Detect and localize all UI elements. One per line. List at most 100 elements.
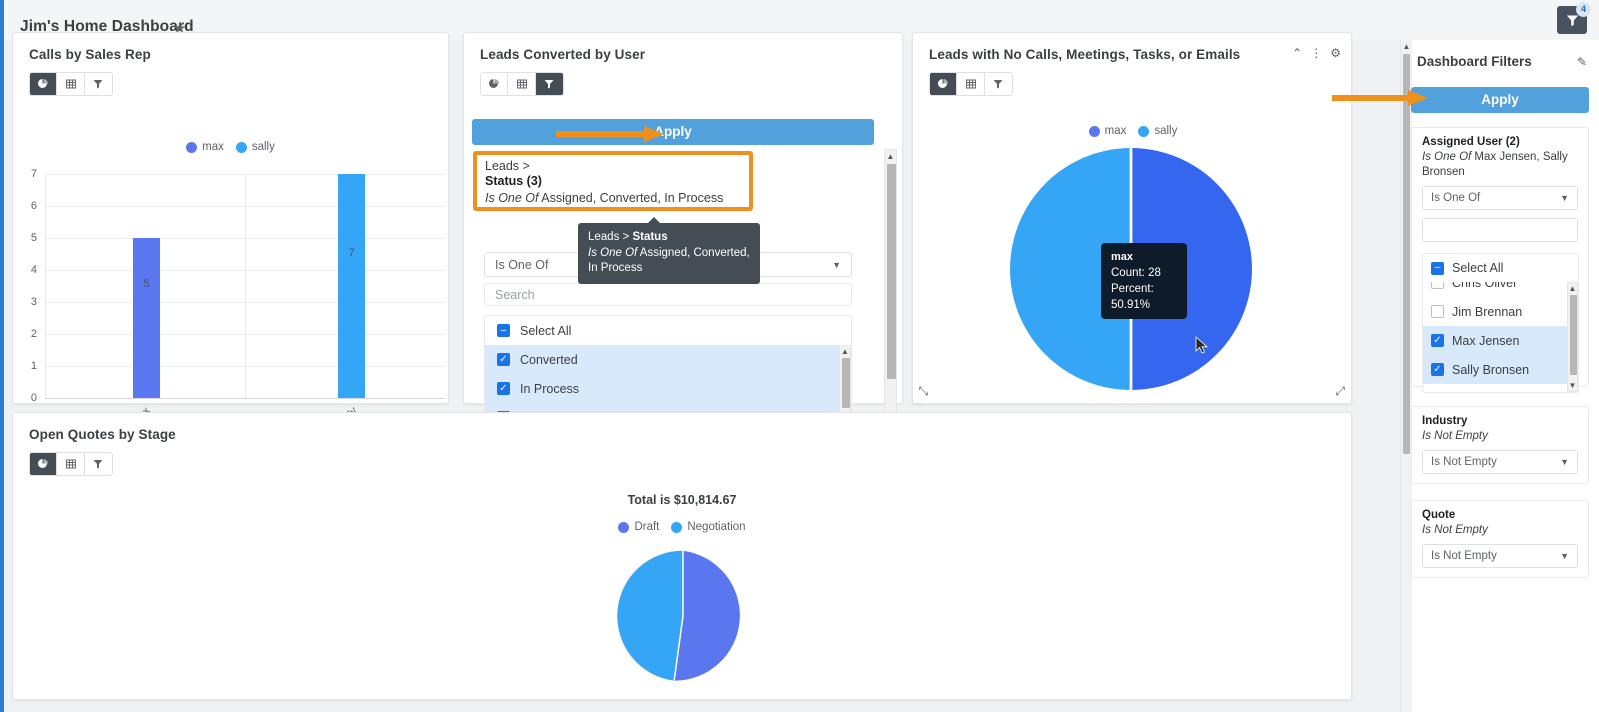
table-icon [65,79,76,89]
option-label: Jim Brennan [1452,304,1523,319]
table-view-button[interactable] [57,453,85,475]
pie-chart-icon [38,459,49,468]
funnel-icon [993,80,1003,89]
chart-view-button[interactable] [30,453,58,475]
view-toggle-group [29,72,113,96]
view-toggle-group [480,72,564,96]
scroll-up-arrow[interactable]: ▲ [885,152,896,161]
filter-operator: Is Not Empty [1422,430,1488,442]
filter-operator-select[interactable]: Is One Of ▼ [1422,186,1578,210]
list-item[interactable]: ✓ Max Jensen [1423,326,1578,355]
filter-view-button[interactable] [84,73,112,95]
pencil-icon[interactable]: ✎ [1577,55,1587,69]
legend-item-draft: Draft [618,521,659,533]
scroll-up-arrow[interactable]: ▲ [840,347,850,356]
option-label: Sally Bronsen [1452,362,1530,377]
axis-line [45,398,445,399]
chevron-down-icon: ▼ [1560,551,1569,561]
tooltip-field: Status [632,231,668,243]
filter-text-input[interactable] [1422,218,1578,242]
chart-view-button[interactable] [930,73,958,95]
legend-swatch-negotiation [671,521,683,533]
table-icon [65,459,76,469]
option-checkbox[interactable]: ✓ [497,382,510,395]
filter-operator: Is Not Empty [1422,524,1488,536]
funnel-icon [93,80,103,89]
resize-handle-left[interactable]: ⤢ [919,384,929,399]
scrollbar-thumb[interactable] [842,358,850,408]
pie-chart-quotes[interactable] [615,548,751,684]
active-filter-highlight: Leads > Status (3) Is One Of Assigned, C… [473,151,753,211]
list-item[interactable]: Chris Oliver [1423,282,1578,297]
scroll-down-arrow[interactable]: ▼ [1568,381,1577,390]
view-toggle-group [29,452,113,476]
chart-legend: Draft Negotiation [13,521,1351,533]
filter-breadcrumb: Leads > [485,159,530,173]
legend-swatch-max [1088,125,1100,137]
option-checkbox[interactable]: ✓ [497,353,510,366]
list-item[interactable]: ✓ Converted [485,345,851,374]
option-checkbox[interactable] [1431,305,1444,318]
bar-max[interactable] [133,238,160,398]
list-item[interactable]: ✓ In Process [485,374,851,403]
option-label: Max Jensen [1452,333,1520,348]
scroll-up-arrow[interactable]: ▲ [1401,42,1412,51]
filter-card-industry: Industry Is Not Empty Is Not Empty ▼ [1411,406,1589,484]
dashboard-filters-sidebar: ▲ Dashboard Filters ✎ Apply Assigned Use… [1400,40,1599,712]
chart-legend: max sally [913,125,1353,137]
scrollbar-thumb[interactable] [1570,295,1577,375]
list-item[interactable]: ✓ Sally Bronsen [1423,355,1578,384]
filter-operator-select[interactable]: Is Not Empty ▼ [1422,544,1578,568]
sidebar-title: Dashboard Filters [1417,54,1532,69]
scrollbar-thumb[interactable] [1403,54,1410,454]
y-tick-2: 2 [30,328,37,340]
filter-view-button[interactable] [984,73,1012,95]
search-input[interactable]: Search [484,283,852,306]
bar-value-max: 5 [143,278,150,290]
legend-swatch-sally [235,141,247,153]
filter-operator: Is One Of [485,191,539,205]
table-view-button[interactable] [957,73,985,95]
gear-icon[interactable]: ⚙ [1330,47,1341,59]
chart-view-button[interactable] [30,73,58,95]
option-list-scrollbar[interactable]: ▲ ▼ [1567,282,1578,392]
pie-chart-icon [938,79,949,88]
option-checkbox[interactable]: ✓ [1431,363,1444,376]
filter-card-assigned-user: Assigned User (2) Is One Of Max Jensen, … [1411,127,1589,393]
panel-scrollbar[interactable]: ▲ ▼ [884,149,897,433]
bar-sally[interactable] [338,174,365,398]
kebab-menu-icon[interactable]: ⋮ [1310,47,1322,59]
resize-handle-right[interactable]: ⤢ [1335,384,1345,399]
scroll-up-arrow[interactable]: ▲ [1568,284,1577,293]
sidebar-apply-button[interactable]: Apply [1411,87,1589,113]
option-checkbox[interactable] [1431,282,1444,289]
filter-view-button[interactable] [535,73,563,95]
list-item[interactable]: Jim Brennan [1423,297,1578,326]
chart-view-button[interactable] [481,73,509,95]
select-all-row[interactable]: – Select All [485,316,851,345]
y-tick-1: 1 [30,360,37,372]
filter-view-button[interactable] [84,453,112,475]
option-checkbox[interactable]: ✓ [1431,334,1444,347]
chevron-down-icon: ▼ [832,259,841,270]
tooltip-count: Count: 28 [1111,267,1161,279]
chevron-up-icon[interactable]: ⌃ [1292,47,1302,59]
option-label: In Process [520,381,580,396]
select-all-row[interactable]: – Select All [1423,254,1578,282]
select-all-checkbox[interactable]: – [1431,261,1444,275]
mouse-cursor [1195,336,1209,354]
scrollbar-thumb[interactable] [887,164,896,379]
chevron-down-icon: ▼ [1560,457,1569,467]
legend-swatch-sally [1138,125,1150,137]
filter-tooltip: Leads > Status Is One Of Assigned, Conve… [578,217,760,284]
legend-item-max: max [1088,125,1126,137]
pie-chart-icon [489,79,500,88]
option-label: Converted [520,352,578,367]
panel-title: Open Quotes by Stage [29,427,176,442]
apply-button[interactable]: Apply [472,119,874,145]
select-all-checkbox[interactable]: – [497,324,510,337]
orange-arrow-apply [556,126,664,142]
table-view-button[interactable] [508,73,536,95]
filter-operator-select[interactable]: Is Not Empty ▼ [1422,450,1578,474]
table-view-button[interactable] [57,73,85,95]
